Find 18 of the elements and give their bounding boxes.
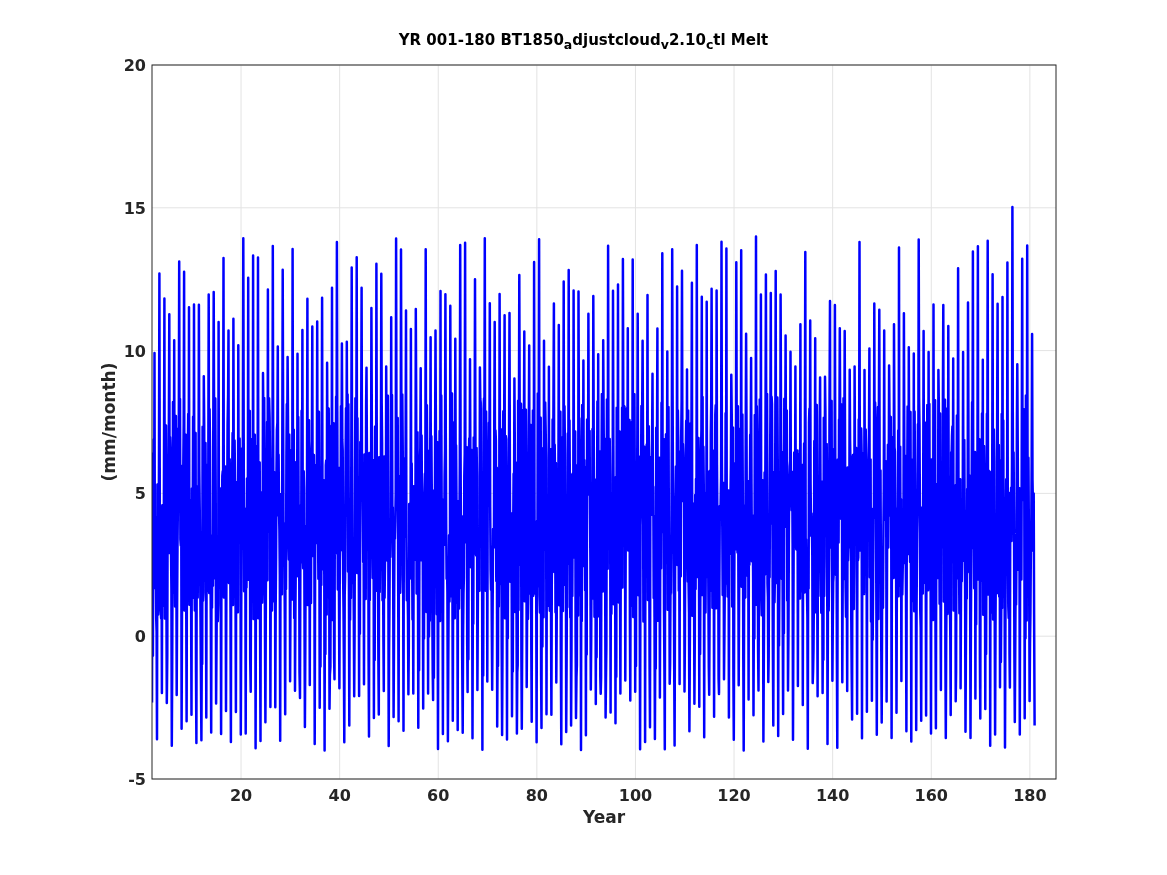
x-tick-label: 160 [914,786,948,805]
chart-title: YR 001-180 BT1850$_{a}$djustcloud$_{v}$2.10$_{c}$tl Melt [398,31,769,52]
x-tick-label: 80 [525,786,548,805]
x-tick-label: 20 [229,786,253,805]
x-tick-label: 60 [427,786,450,805]
x-tick-label: 180 [1013,786,1047,805]
y-tick-label: 15 [123,198,146,218]
y-tick-label: -5 [128,770,146,789]
y-tick-label: 10 [123,341,146,361]
y-axis-label: (mm/month) [99,362,119,482]
y-tick-label: 0 [134,627,146,647]
y-tick-label: 5 [134,484,146,504]
x-tick-label: 100 [618,786,653,805]
y-tick-label: 20 [123,56,146,75]
x-tick-label: 40 [328,786,351,805]
x-axis-label: Year [582,807,626,827]
x-tick-label: 120 [717,786,751,805]
x-tick-label: 140 [815,786,850,805]
